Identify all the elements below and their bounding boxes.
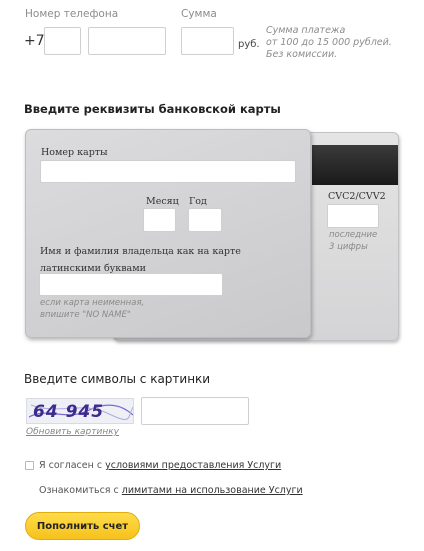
cvc-input[interactable] [327, 204, 379, 228]
cvc-label: CVC2/CVV2 [328, 191, 386, 202]
agree-checkbox[interactable] [25, 461, 34, 470]
limits-prefix: Ознакомиться с [39, 485, 122, 496]
sum-note-line: от 100 до 15 000 рублей. [266, 37, 392, 48]
card-section-title: Введите реквизиты банковской карты [24, 102, 281, 116]
agree-text: Я согласен с условиями предоставления Ус… [39, 460, 281, 471]
phone-number-input[interactable] [88, 27, 166, 55]
holder-label: Имя и фамилия владельца как на карте лат… [40, 243, 241, 277]
sum-note-line: Сумма платежа [266, 25, 346, 36]
captcha-input[interactable] [141, 397, 249, 425]
holder-label-line: Имя и фамилия владельца как на карте [40, 246, 241, 257]
sum-note-line: Без комиссии. [266, 49, 338, 60]
sum-input[interactable] [181, 27, 234, 55]
month-input[interactable] [143, 208, 176, 232]
holder-note: если карта неименная, впишите "NO NAME" [40, 297, 144, 321]
cvc-note-line: последние [329, 230, 378, 240]
sum-note: Сумма платежа от 100 до 15 000 рублей. Б… [266, 25, 392, 61]
sum-label: Сумма [181, 8, 217, 20]
phone-prefix: +7 [24, 33, 45, 49]
terms-link[interactable]: условиями предоставления Услуги [105, 460, 281, 471]
submit-button[interactable]: Пополнить счет [25, 512, 140, 540]
refresh-captcha-link[interactable]: Обновить картинку [26, 427, 119, 437]
card-number-label: Номер карты [41, 147, 108, 158]
card-number-input[interactable] [40, 160, 296, 183]
year-label: Год [189, 196, 207, 207]
holder-name-input[interactable] [39, 273, 223, 296]
captcha-title: Введите символы с картинки [24, 372, 211, 386]
limits-text: Ознакомиться с лимитами на использование… [39, 485, 303, 496]
agree-prefix: Я согласен с [39, 460, 106, 471]
limits-link[interactable]: лимитами на использование Услуги [122, 485, 303, 496]
currency-label: руб. [238, 39, 260, 50]
phone-label: Номер телефона [25, 8, 119, 20]
month-label: Месяц [146, 196, 179, 207]
holder-note-line: впишите "NO NAME" [40, 310, 131, 320]
cvc-note-line: 3 цифры [329, 242, 368, 252]
cvc-note: последние 3 цифры [329, 229, 377, 253]
year-input[interactable] [188, 208, 222, 232]
holder-note-line: если карта неименная, [40, 298, 145, 308]
captcha-text: 64 945 [33, 402, 105, 422]
phone-code-input[interactable] [44, 27, 81, 55]
captcha-image: 64 945 [26, 398, 134, 424]
magnetic-stripe [312, 145, 398, 185]
